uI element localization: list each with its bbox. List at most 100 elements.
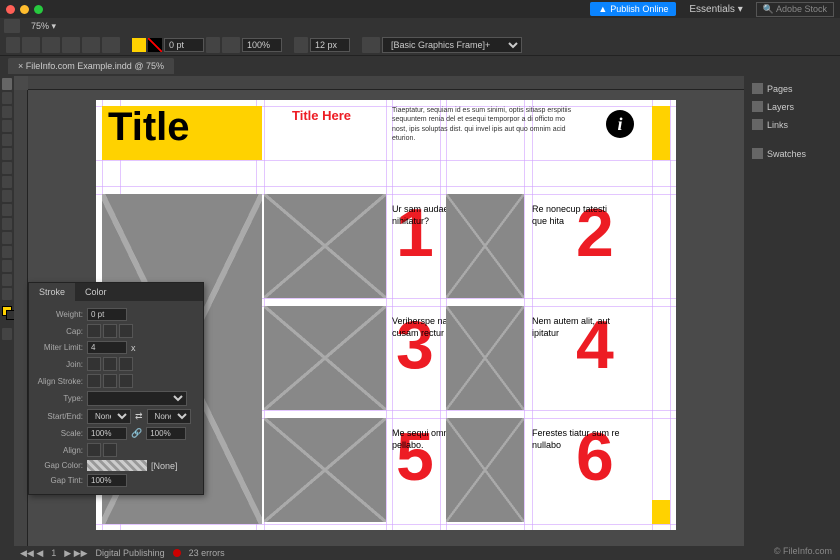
watermark: © FileInfo.com	[774, 546, 832, 556]
color-swatches[interactable]	[2, 306, 12, 326]
pen-tool[interactable]	[2, 162, 12, 174]
scissors-tool[interactable]	[2, 218, 12, 230]
corner-input[interactable]	[310, 38, 350, 52]
eyedropper-tool[interactable]	[2, 260, 12, 272]
join-bevel-icon[interactable]	[119, 357, 133, 371]
zoom-tool[interactable]	[2, 288, 12, 300]
tools-panel	[0, 76, 14, 560]
stroke-tab[interactable]: Stroke	[29, 283, 75, 301]
fill-swatch[interactable]	[132, 38, 146, 52]
object-style-select[interactable]: [Basic Graphics Frame]+	[382, 37, 522, 53]
distribute-icon[interactable]	[102, 37, 120, 53]
app-menu-icon[interactable]	[4, 19, 20, 33]
align-group-icon[interactable]	[62, 37, 80, 53]
intent-label[interactable]: Digital Publishing	[96, 548, 165, 558]
rectangle-tool[interactable]	[2, 204, 12, 216]
pencil-tool[interactable]	[2, 176, 12, 188]
type-select[interactable]	[87, 391, 187, 406]
free-transform-tool[interactable]	[2, 232, 12, 244]
zoom-select[interactable]: 75% ▾	[31, 21, 56, 32]
direct-selection-tool[interactable]	[2, 92, 12, 104]
canvas-area: Title Title Here Tiaeptatur, sequiam id …	[14, 76, 744, 560]
end-select[interactable]: None	[147, 409, 191, 424]
join-round-icon[interactable]	[103, 357, 117, 371]
cap-butt-icon[interactable]	[87, 324, 101, 338]
links-icon	[752, 119, 763, 130]
minimize-icon[interactable]	[20, 5, 29, 14]
horizontal-ruler[interactable]	[28, 76, 744, 90]
swatches-panel-button[interactable]: Swatches	[748, 145, 836, 162]
image-frame[interactable]	[446, 306, 524, 410]
workspace-switcher[interactable]: Essentials ▾	[689, 4, 742, 15]
arrow-align-icon[interactable]	[87, 443, 101, 457]
image-frame[interactable]	[446, 194, 524, 298]
close-icon[interactable]	[6, 5, 15, 14]
body-text[interactable]: Tiaeptatur, sequiam id es sum sinimi, op…	[392, 106, 578, 144]
maximize-icon[interactable]	[34, 5, 43, 14]
distribute-icon[interactable]	[82, 37, 100, 53]
align-group-icon[interactable]	[42, 37, 60, 53]
pages-panel-button[interactable]: Pages	[748, 80, 836, 97]
miter-input[interactable]	[87, 341, 127, 354]
arrow-align-icon[interactable]	[103, 443, 117, 457]
info-icon[interactable]: i	[606, 110, 634, 138]
image-frame[interactable]	[446, 418, 524, 522]
effects-icon[interactable]	[222, 37, 240, 53]
weight-input[interactable]	[87, 308, 127, 321]
gap-tool[interactable]	[2, 120, 12, 132]
subtitle-text[interactable]: Title Here	[292, 108, 351, 123]
image-frame[interactable]	[264, 418, 386, 522]
stroke-swatch[interactable]	[148, 38, 162, 52]
stroke-weight-input[interactable]	[164, 38, 204, 52]
opacity-input[interactable]	[242, 38, 282, 52]
caption-text[interactable]: Re nonecup tatesti que hita	[532, 204, 620, 227]
text-wrap-icon[interactable]	[362, 37, 380, 53]
selection-tool-icon[interactable]	[6, 37, 20, 53]
vertical-ruler[interactable]	[14, 90, 28, 546]
page-number[interactable]: 1	[51, 548, 56, 558]
join-miter-icon[interactable]	[87, 357, 101, 371]
document-tabs: × FileInfo.com Example.indd @ 75%	[0, 56, 840, 76]
publish-button[interactable]: ▲ Publish Online	[590, 2, 676, 16]
align-group-icon[interactable]	[22, 37, 40, 53]
scale-start-input[interactable]	[87, 427, 127, 440]
document-tab[interactable]: × FileInfo.com Example.indd @ 75%	[8, 58, 174, 74]
page-tool[interactable]	[2, 106, 12, 118]
stroke-panel[interactable]: Stroke Color Weight: Cap: Miter Limit:x …	[28, 282, 204, 495]
type-tool[interactable]	[2, 134, 12, 146]
start-select[interactable]: None	[87, 409, 131, 424]
scale-end-input[interactable]	[146, 427, 186, 440]
rectangle-frame-tool[interactable]	[2, 190, 12, 202]
align-outside-icon[interactable]	[119, 374, 133, 388]
cap-square-icon[interactable]	[119, 324, 133, 338]
errors-label[interactable]: 23 errors	[189, 548, 225, 558]
align-center-icon[interactable]	[87, 374, 101, 388]
error-icon[interactable]	[173, 549, 181, 557]
line-tool[interactable]	[2, 148, 12, 160]
gradient-tool[interactable]	[2, 246, 12, 258]
view-mode-tool[interactable]	[2, 328, 12, 340]
links-panel-button[interactable]: Links	[748, 116, 836, 133]
right-panels: Pages Layers Links Swatches	[744, 76, 840, 560]
gap-color-swatch[interactable]	[87, 460, 147, 471]
image-frame[interactable]	[264, 194, 386, 298]
search-input[interactable]: 🔍 Adobe Stock	[756, 2, 834, 17]
image-frame[interactable]	[264, 306, 386, 410]
corner-icon[interactable]	[294, 37, 308, 53]
layers-panel-button[interactable]: Layers	[748, 98, 836, 115]
cap-round-icon[interactable]	[103, 324, 117, 338]
status-bar: ◀◀ ◀ 1 ▶ ▶▶ Digital Publishing 23 errors	[14, 546, 744, 560]
title-text[interactable]: Title	[108, 105, 190, 150]
stroke-style-icon[interactable]	[206, 37, 220, 53]
hand-tool[interactable]	[2, 274, 12, 286]
align-inside-icon[interactable]	[103, 374, 117, 388]
selection-tool[interactable]	[2, 78, 12, 90]
control-bar: [Basic Graphics Frame]+	[0, 34, 840, 56]
swap-icon[interactable]: ⇄	[135, 411, 143, 422]
color-tab[interactable]: Color	[75, 283, 117, 301]
caption-text[interactable]: Nem autem alit, aut ipitatur	[532, 316, 620, 339]
layers-icon	[752, 101, 763, 112]
link-icon[interactable]: 🔗	[131, 428, 142, 439]
titlebar: ▲ Publish Online Essentials ▾ 🔍 Adobe St…	[0, 0, 840, 18]
caption-text[interactable]: Ferestes tiatur sum re nullabo	[532, 428, 620, 451]
